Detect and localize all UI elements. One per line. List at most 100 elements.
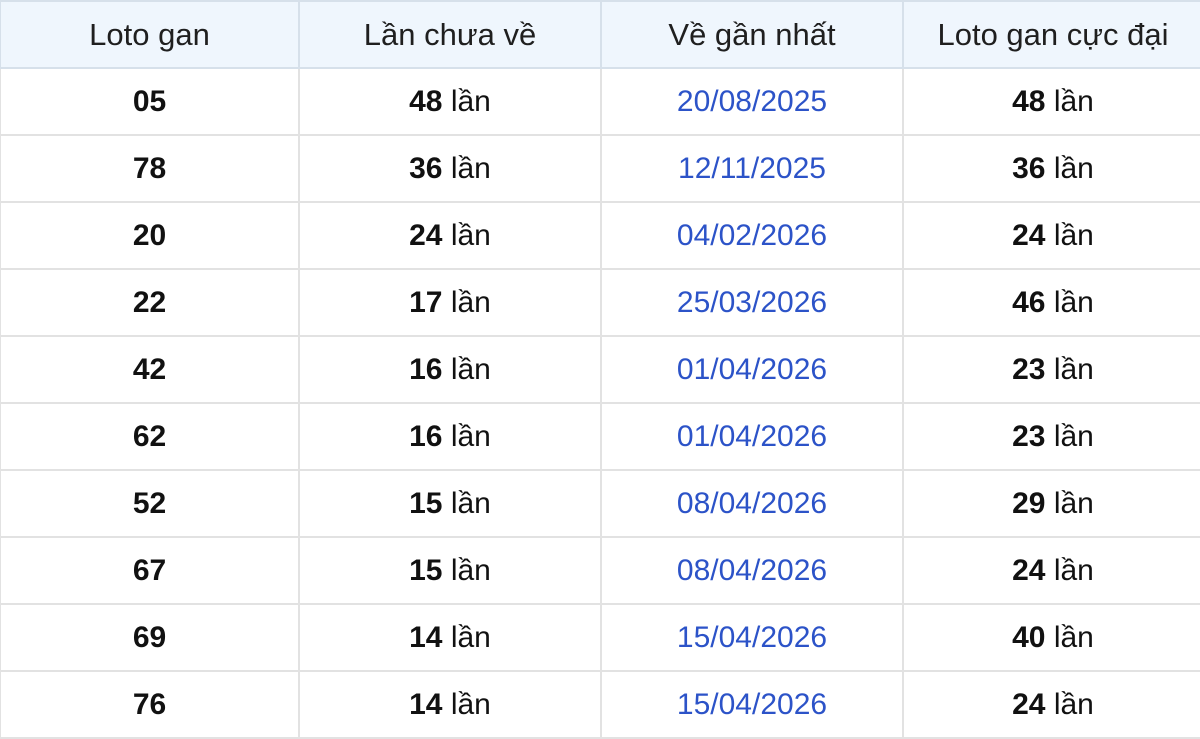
- unit-label: lần: [1053, 553, 1094, 587]
- table-row: 76 14 lần 15/04/2026 24 lần: [0, 670, 1200, 739]
- last-seen-date: 25/03/2026: [676, 285, 828, 319]
- max-gan-cell: 23 lần: [902, 402, 1200, 471]
- unit-label: lần: [450, 285, 491, 319]
- last-seen-date: 08/04/2026: [676, 553, 828, 587]
- unit-label: lần: [450, 419, 491, 453]
- unit-label: lần: [450, 486, 491, 520]
- loto-number-cell: 69: [0, 603, 300, 672]
- missed-count-cell: 48 lần: [298, 67, 602, 136]
- loto-number: 05: [132, 84, 167, 118]
- max-gan-cell: 24 lần: [902, 670, 1200, 739]
- last-seen-cell: 25/03/2026: [600, 268, 904, 337]
- loto-number-cell: 20: [0, 201, 300, 270]
- missed-count: 14: [409, 687, 443, 721]
- table-row: 67 15 lần 08/04/2026 24 lần: [0, 536, 1200, 605]
- last-seen-date: 15/04/2026: [676, 687, 828, 721]
- table-body: 05 48 lần 20/08/2025 48 lần 78 36 lần 12/11/20…: [0, 67, 1200, 739]
- loto-number-cell: 22: [0, 268, 300, 337]
- unit-label: lần: [1053, 620, 1094, 654]
- loto-number-cell: 62: [0, 402, 300, 471]
- max-gan-count: 24: [1012, 687, 1046, 721]
- missed-count: 15: [409, 553, 443, 587]
- table-row: 62 16 lần 01/04/2026 23 lần: [0, 402, 1200, 471]
- unit-label: lần: [450, 553, 491, 587]
- missed-count-cell: 14 lần: [298, 670, 602, 739]
- missed-count-cell: 15 lần: [298, 536, 602, 605]
- last-seen-cell: 04/02/2026: [600, 201, 904, 270]
- unit-label: lần: [450, 687, 491, 721]
- header-ve-gan-nhat: Về gần nhất: [600, 0, 904, 69]
- table-row: 42 16 lần 01/04/2026 23 lần: [0, 335, 1200, 404]
- loto-number-cell: 42: [0, 335, 300, 404]
- unit-label: lần: [450, 151, 491, 185]
- unit-label: lần: [1053, 285, 1094, 319]
- missed-count: 15: [409, 486, 443, 520]
- missed-count-cell: 15 lần: [298, 469, 602, 538]
- last-seen-date: 04/02/2026: [676, 218, 828, 252]
- max-gan-cell: 48 lần: [902, 67, 1200, 136]
- missed-count: 17: [409, 285, 443, 319]
- table-row: 78 36 lần 12/11/2025 36 lần: [0, 134, 1200, 203]
- last-seen-cell: 20/08/2025: [600, 67, 904, 136]
- table-row: 05 48 lần 20/08/2025 48 lần: [0, 67, 1200, 136]
- max-gan-count: 36: [1012, 151, 1046, 185]
- last-seen-date: 20/08/2025: [676, 84, 828, 118]
- max-gan-cell: 36 lần: [902, 134, 1200, 203]
- max-gan-cell: 40 lần: [902, 603, 1200, 672]
- loto-number: 62: [132, 419, 167, 453]
- missed-count-cell: 17 lần: [298, 268, 602, 337]
- loto-number: 69: [132, 620, 167, 654]
- missed-count: 14: [409, 620, 443, 654]
- unit-label: lần: [1053, 419, 1094, 453]
- loto-number-cell: 05: [0, 67, 300, 136]
- loto-number-cell: 67: [0, 536, 300, 605]
- loto-number: 76: [132, 687, 167, 721]
- loto-gan-table: Loto gan Lần chưa về Về gần nhất Loto ga…: [0, 0, 1200, 739]
- missed-count-cell: 14 lần: [298, 603, 602, 672]
- missed-count-cell: 16 lần: [298, 402, 602, 471]
- missed-count: 36: [409, 151, 443, 185]
- last-seen-cell: 08/04/2026: [600, 536, 904, 605]
- loto-number-cell: 76: [0, 670, 300, 739]
- unit-label: lần: [450, 218, 491, 252]
- loto-number-cell: 78: [0, 134, 300, 203]
- unit-label: lần: [1053, 218, 1094, 252]
- loto-number: 20: [132, 218, 167, 252]
- max-gan-count: 40: [1012, 620, 1046, 654]
- missed-count-cell: 24 lần: [298, 201, 602, 270]
- table-row: 69 14 lần 15/04/2026 40 lần: [0, 603, 1200, 672]
- header-lan-chua-ve: Lần chưa về: [298, 0, 602, 69]
- last-seen-cell: 08/04/2026: [600, 469, 904, 538]
- loto-number: 52: [132, 486, 167, 520]
- header-loto-gan: Loto gan: [0, 0, 300, 69]
- missed-count: 48: [409, 84, 443, 118]
- unit-label: lần: [1053, 352, 1094, 386]
- max-gan-count: 46: [1012, 285, 1046, 319]
- loto-number: 78: [132, 151, 167, 185]
- max-gan-count: 23: [1012, 419, 1046, 453]
- unit-label: lần: [1053, 151, 1094, 185]
- loto-number: 67: [132, 553, 167, 587]
- max-gan-count: 29: [1012, 486, 1046, 520]
- unit-label: lần: [1053, 687, 1094, 721]
- loto-number: 22: [132, 285, 167, 319]
- last-seen-date: 15/04/2026: [676, 620, 828, 654]
- last-seen-cell: 01/04/2026: [600, 402, 904, 471]
- last-seen-date: 08/04/2026: [676, 486, 828, 520]
- max-gan-cell: 24 lần: [902, 201, 1200, 270]
- table-header: Loto gan Lần chưa về Về gần nhất Loto ga…: [0, 0, 1200, 69]
- max-gan-count: 24: [1012, 218, 1046, 252]
- missed-count-cell: 16 lần: [298, 335, 602, 404]
- unit-label: lần: [1053, 486, 1094, 520]
- last-seen-date: 01/04/2026: [676, 419, 828, 453]
- unit-label: lần: [450, 84, 491, 118]
- unit-label: lần: [450, 352, 491, 386]
- loto-number: 42: [132, 352, 167, 386]
- last-seen-date: 01/04/2026: [676, 352, 828, 386]
- table-row: 22 17 lần 25/03/2026 46 lần: [0, 268, 1200, 337]
- missed-count: 16: [409, 419, 443, 453]
- last-seen-cell: 15/04/2026: [600, 603, 904, 672]
- max-gan-count: 24: [1012, 553, 1046, 587]
- last-seen-cell: 01/04/2026: [600, 335, 904, 404]
- max-gan-count: 23: [1012, 352, 1046, 386]
